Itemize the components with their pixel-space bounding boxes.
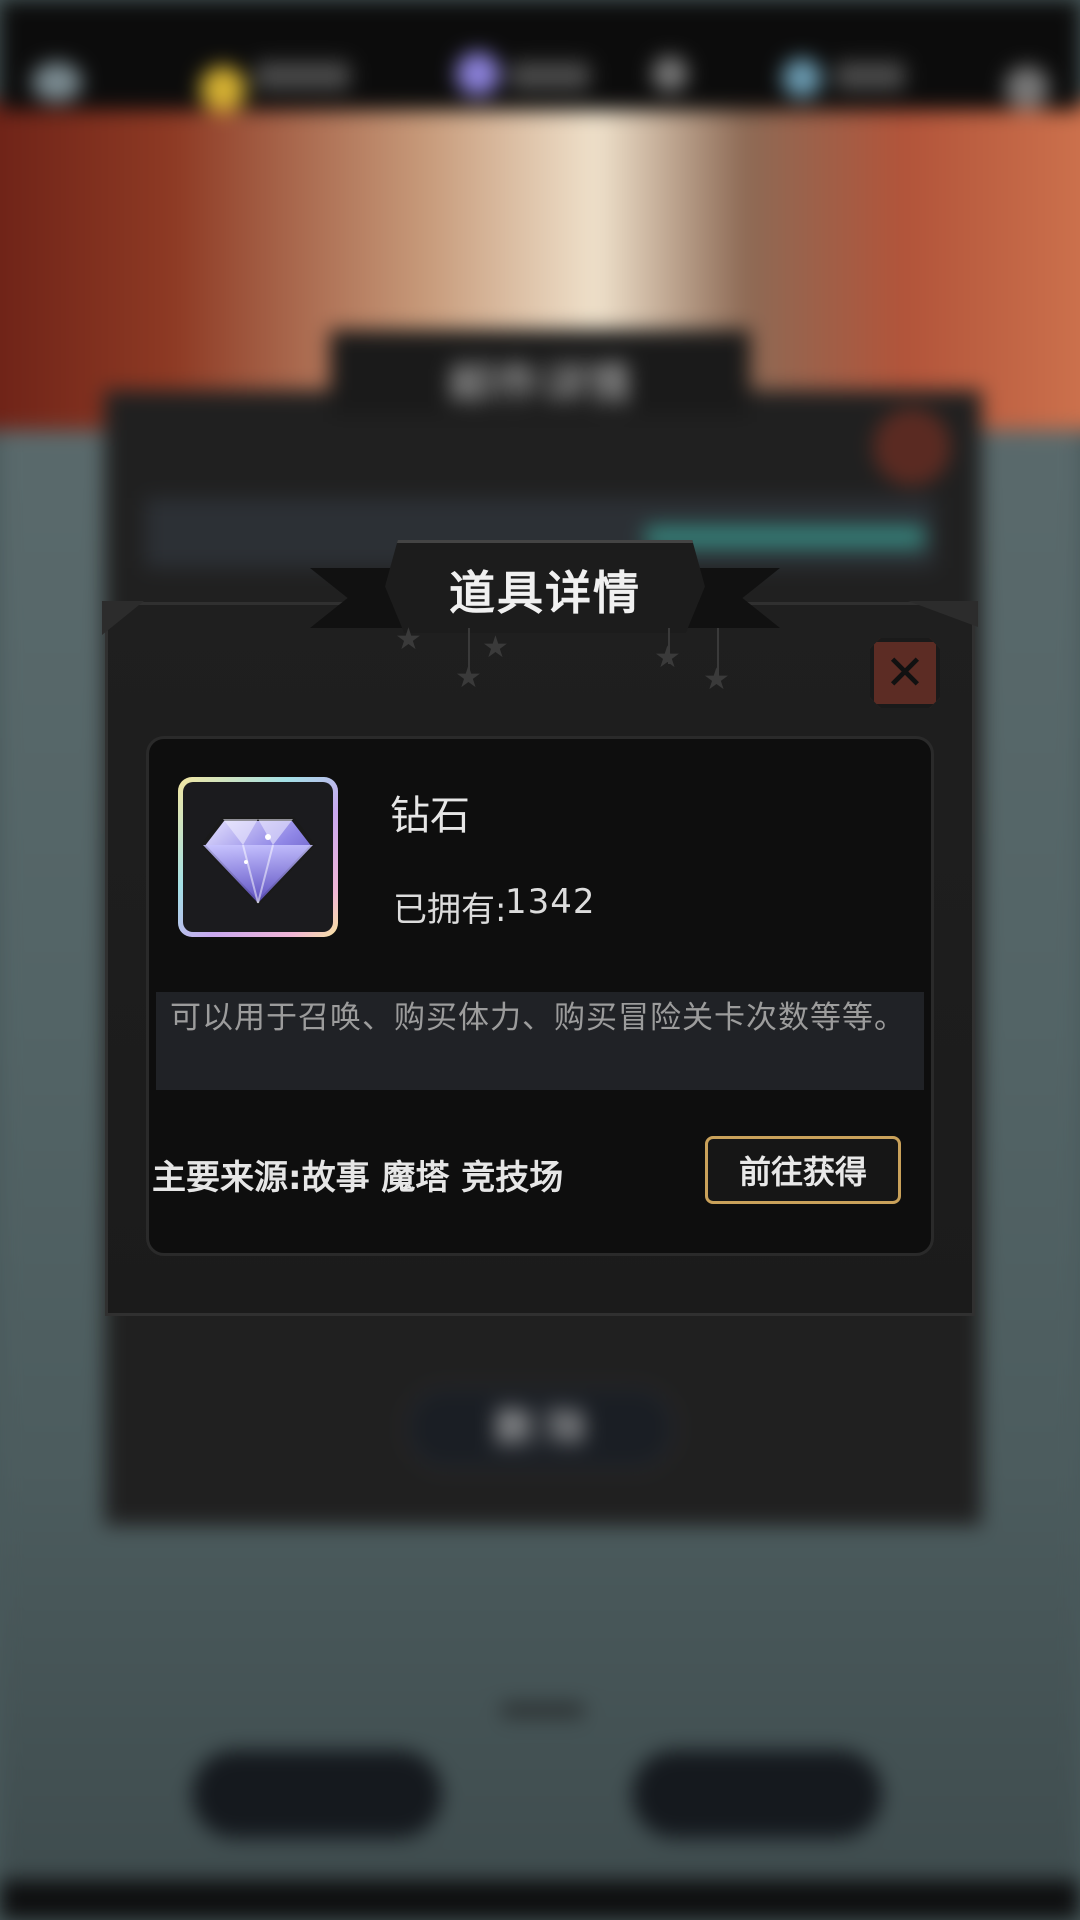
back-icon[interactable]: [32, 62, 82, 102]
energy-icon: [782, 58, 822, 98]
item-description: 可以用于召唤、购买体力、购买冒险关卡次数等等。: [170, 1000, 906, 1036]
close-button[interactable]: ✕: [870, 638, 940, 708]
diamond-icon: [183, 782, 333, 932]
star-icon: ★: [703, 662, 730, 697]
energy-amount: [835, 62, 905, 90]
scroll-indicator: [500, 1703, 585, 1717]
mail-detail-title: 邮件详情: [448, 357, 632, 411]
mail-detail-header: 邮件详情: [330, 330, 750, 415]
owned-count: 1342: [505, 882, 596, 922]
top-status-bar: [0, 0, 1080, 110]
settings-icon[interactable]: [1005, 66, 1049, 110]
diamond-currency-icon: [456, 52, 500, 96]
goto-obtain-button[interactable]: 前往获得: [705, 1136, 901, 1204]
gold-coin-icon: [200, 66, 246, 112]
star-icon: ★: [455, 660, 482, 695]
footer-band: [0, 1880, 1080, 1920]
item-description-box: 可以用于召唤、购买体力、购买冒险关卡次数等等。: [156, 992, 924, 1090]
star-icon: ★: [482, 630, 509, 665]
star-icon: ★: [654, 640, 681, 675]
item-sources: 主要来源:故事 魔塔 竞技场: [152, 1158, 564, 1198]
bottom-left-button[interactable]: [192, 1750, 442, 1838]
gold-amount: [255, 62, 350, 90]
dialog-corner-decoration: [102, 601, 144, 635]
star-icon: ★: [395, 622, 422, 657]
item-name: 钻石: [390, 793, 470, 839]
close-icon: ✕: [884, 645, 926, 701]
diamond-icon-graphic: [200, 817, 316, 906]
diamond-amount: [510, 62, 590, 90]
dialog-corner-decoration: [908, 601, 978, 627]
delete-button[interactable]: 删 除: [405, 1385, 676, 1471]
dialog-title: 道具详情: [449, 566, 641, 620]
bottom-right-button[interactable]: [632, 1750, 882, 1838]
stamina-icon: [652, 56, 688, 92]
item-icon-frame: [178, 777, 338, 937]
owned-label: 已拥有:: [393, 890, 507, 930]
mail-close-icon[interactable]: [875, 410, 949, 484]
